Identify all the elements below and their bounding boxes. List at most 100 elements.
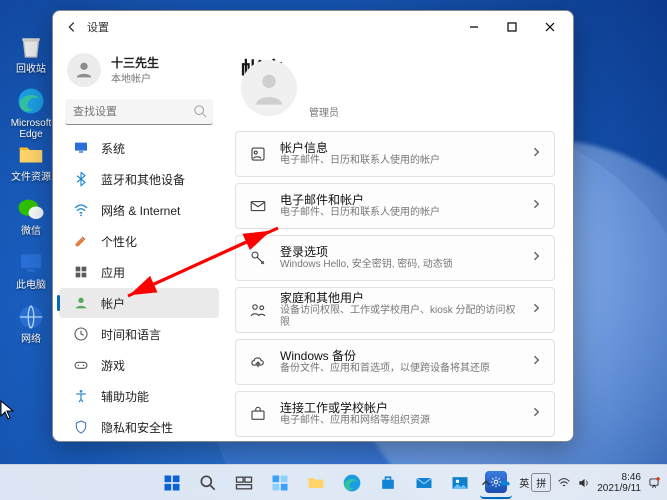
card-title: 电子邮件和帐户 (280, 193, 518, 207)
pc-icon (16, 248, 46, 278)
tray-chevron-icon[interactable] (479, 476, 493, 490)
search-box[interactable] (65, 99, 213, 125)
nav-label: 网络 & Internet (101, 202, 180, 219)
task-widgets-button[interactable] (264, 467, 296, 499)
card-sub: 电子邮件、应用和网络等组织资源 (280, 415, 518, 427)
card-signin[interactable]: 登录选项Windows Hello, 安全密钥, 密码, 动态锁 (235, 235, 555, 281)
titlebar[interactable]: 设置 (53, 11, 573, 43)
nav-item-personalize[interactable]: 个性化 (59, 226, 219, 256)
chevron-right-icon (530, 405, 542, 423)
card-backup[interactable]: Windows 备份备份文件、应用和首选项，以便跨设备将其还原 (235, 339, 555, 385)
recycle-bin-icon (16, 32, 46, 62)
nav-label: 个性化 (101, 233, 137, 250)
cards-list: 帐户信息电子邮件、日历和联系人使用的帐户电子邮件和帐户电子邮件、日历和联系人使用… (235, 131, 555, 437)
nav-item-time[interactable]: 时间和语言 (59, 319, 219, 349)
globe-icon (16, 302, 46, 332)
nav-item-apps[interactable]: 应用 (59, 257, 219, 287)
desktop-icon-network[interactable]: 网络 (4, 300, 58, 350)
notifications-icon[interactable] (647, 476, 661, 490)
wechat-icon (16, 194, 46, 224)
personalize-icon (73, 233, 89, 249)
work-icon (248, 404, 268, 424)
chevron-right-icon (530, 301, 542, 319)
card-sub: 电子邮件、日历和联系人使用的帐户 (280, 155, 518, 167)
nav-item-network[interactable]: 网络 & Internet (59, 195, 219, 225)
search-input[interactable] (65, 99, 213, 125)
system-icon (73, 140, 89, 156)
card-title: 帐户信息 (280, 141, 518, 155)
apps-icon (73, 264, 89, 280)
edge-icon (16, 86, 46, 116)
nav-label: 辅助功能 (101, 388, 149, 405)
close-button[interactable] (531, 12, 569, 42)
task-mail-button[interactable] (408, 467, 440, 499)
account-hero: 十三先生 管理员 (241, 85, 555, 119)
desktop-icon-edge[interactable]: Microsoft Edge (4, 84, 58, 134)
hero-avatar-icon (241, 60, 297, 116)
folder-icon (16, 140, 46, 170)
back-button[interactable] (57, 20, 87, 34)
card-info[interactable]: 帐户信息电子邮件、日历和联系人使用的帐户 (235, 131, 555, 177)
task-photos-button[interactable] (444, 467, 476, 499)
desktop-icon-wechat[interactable]: 微信 (4, 192, 58, 242)
volume-icon[interactable] (577, 476, 591, 490)
ime-indicator[interactable]: 英 拼 (519, 473, 551, 492)
nav-label: 应用 (101, 264, 125, 281)
task-explorer-button[interactable] (300, 467, 332, 499)
nav-label: 游戏 (101, 357, 125, 374)
signin-icon (248, 248, 268, 268)
profile-sub: 本地帐户 (111, 70, 159, 85)
desktop-icon-label: 网络 (21, 334, 41, 345)
task-edge-button[interactable] (336, 467, 368, 499)
chevron-right-icon (530, 145, 542, 163)
profile-name: 十三先生 (111, 56, 159, 70)
bluetooth-icon (73, 171, 89, 187)
card-work[interactable]: 连接工作或学校帐户电子邮件、应用和网络等组织资源 (235, 391, 555, 437)
nav-item-gaming[interactable]: 游戏 (59, 350, 219, 380)
search-icon (193, 104, 207, 118)
backup-icon (248, 352, 268, 372)
nav-label: 时间和语言 (101, 326, 161, 343)
nav-item-privacy[interactable]: 隐私和安全性 (59, 412, 219, 441)
wifi-icon[interactable] (557, 476, 571, 490)
gaming-icon (73, 357, 89, 373)
card-title: 连接工作或学校帐户 (280, 401, 518, 415)
desktop-icon-label: Microsoft Edge (11, 118, 52, 140)
card-family[interactable]: 家庭和其他用户设备访问权限、工作或学校用户、kiosk 分配的访问权限 (235, 287, 555, 333)
desktop-icon-folder[interactable]: 文件资源 (4, 138, 58, 188)
desktop-icon-label: 文件资源 (11, 172, 51, 183)
profile-block[interactable]: 十三先生 本地帐户 (53, 47, 225, 97)
desktop-icon-label: 微信 (21, 226, 41, 237)
desktop-icon-thispc[interactable]: 此电脑 (4, 246, 58, 296)
email-icon (248, 196, 268, 216)
taskbar: 英 拼 8:46 2021/9/11 (0, 464, 667, 500)
accessibility-icon (73, 388, 89, 404)
minimize-button[interactable] (455, 12, 493, 42)
card-title: Windows 备份 (280, 349, 518, 363)
task-view-button[interactable] (228, 467, 260, 499)
card-sub: Windows Hello, 安全密钥, 密码, 动态锁 (280, 259, 518, 271)
onedrive-icon[interactable] (499, 476, 513, 490)
task-store-button[interactable] (372, 467, 404, 499)
nav-item-bluetooth[interactable]: 蓝牙和其他设备 (59, 164, 219, 194)
card-email[interactable]: 电子邮件和帐户电子邮件、日历和联系人使用的帐户 (235, 183, 555, 229)
chevron-right-icon (530, 353, 542, 371)
nav-item-accessibility[interactable]: 辅助功能 (59, 381, 219, 411)
clock[interactable]: 8:46 2021/9/11 (597, 472, 641, 494)
desktop-icon-label: 回收站 (16, 64, 46, 75)
chevron-right-icon (530, 249, 542, 267)
desktop-icon-recycle-bin[interactable]: 回收站 (4, 30, 58, 80)
nav-list: 系统蓝牙和其他设备网络 & Internet 个性化应用帐户时间和语言游戏辅助功能… (53, 133, 225, 441)
network-icon (73, 202, 89, 218)
time-icon (73, 326, 89, 342)
window-title: 设置 (87, 19, 109, 35)
card-title: 家庭和其他用户 (280, 291, 518, 305)
task-search-button[interactable] (192, 467, 224, 499)
nav-item-system[interactable]: 系统 (59, 133, 219, 163)
system-tray: 英 拼 8:46 2021/9/11 (479, 472, 661, 494)
maximize-button[interactable] (493, 12, 531, 42)
card-sub: 备份文件、应用和首选项，以便跨设备将其还原 (280, 363, 518, 375)
nav-item-accounts[interactable]: 帐户 (59, 288, 219, 318)
start-button[interactable] (156, 467, 188, 499)
cursor-icon (0, 400, 14, 420)
